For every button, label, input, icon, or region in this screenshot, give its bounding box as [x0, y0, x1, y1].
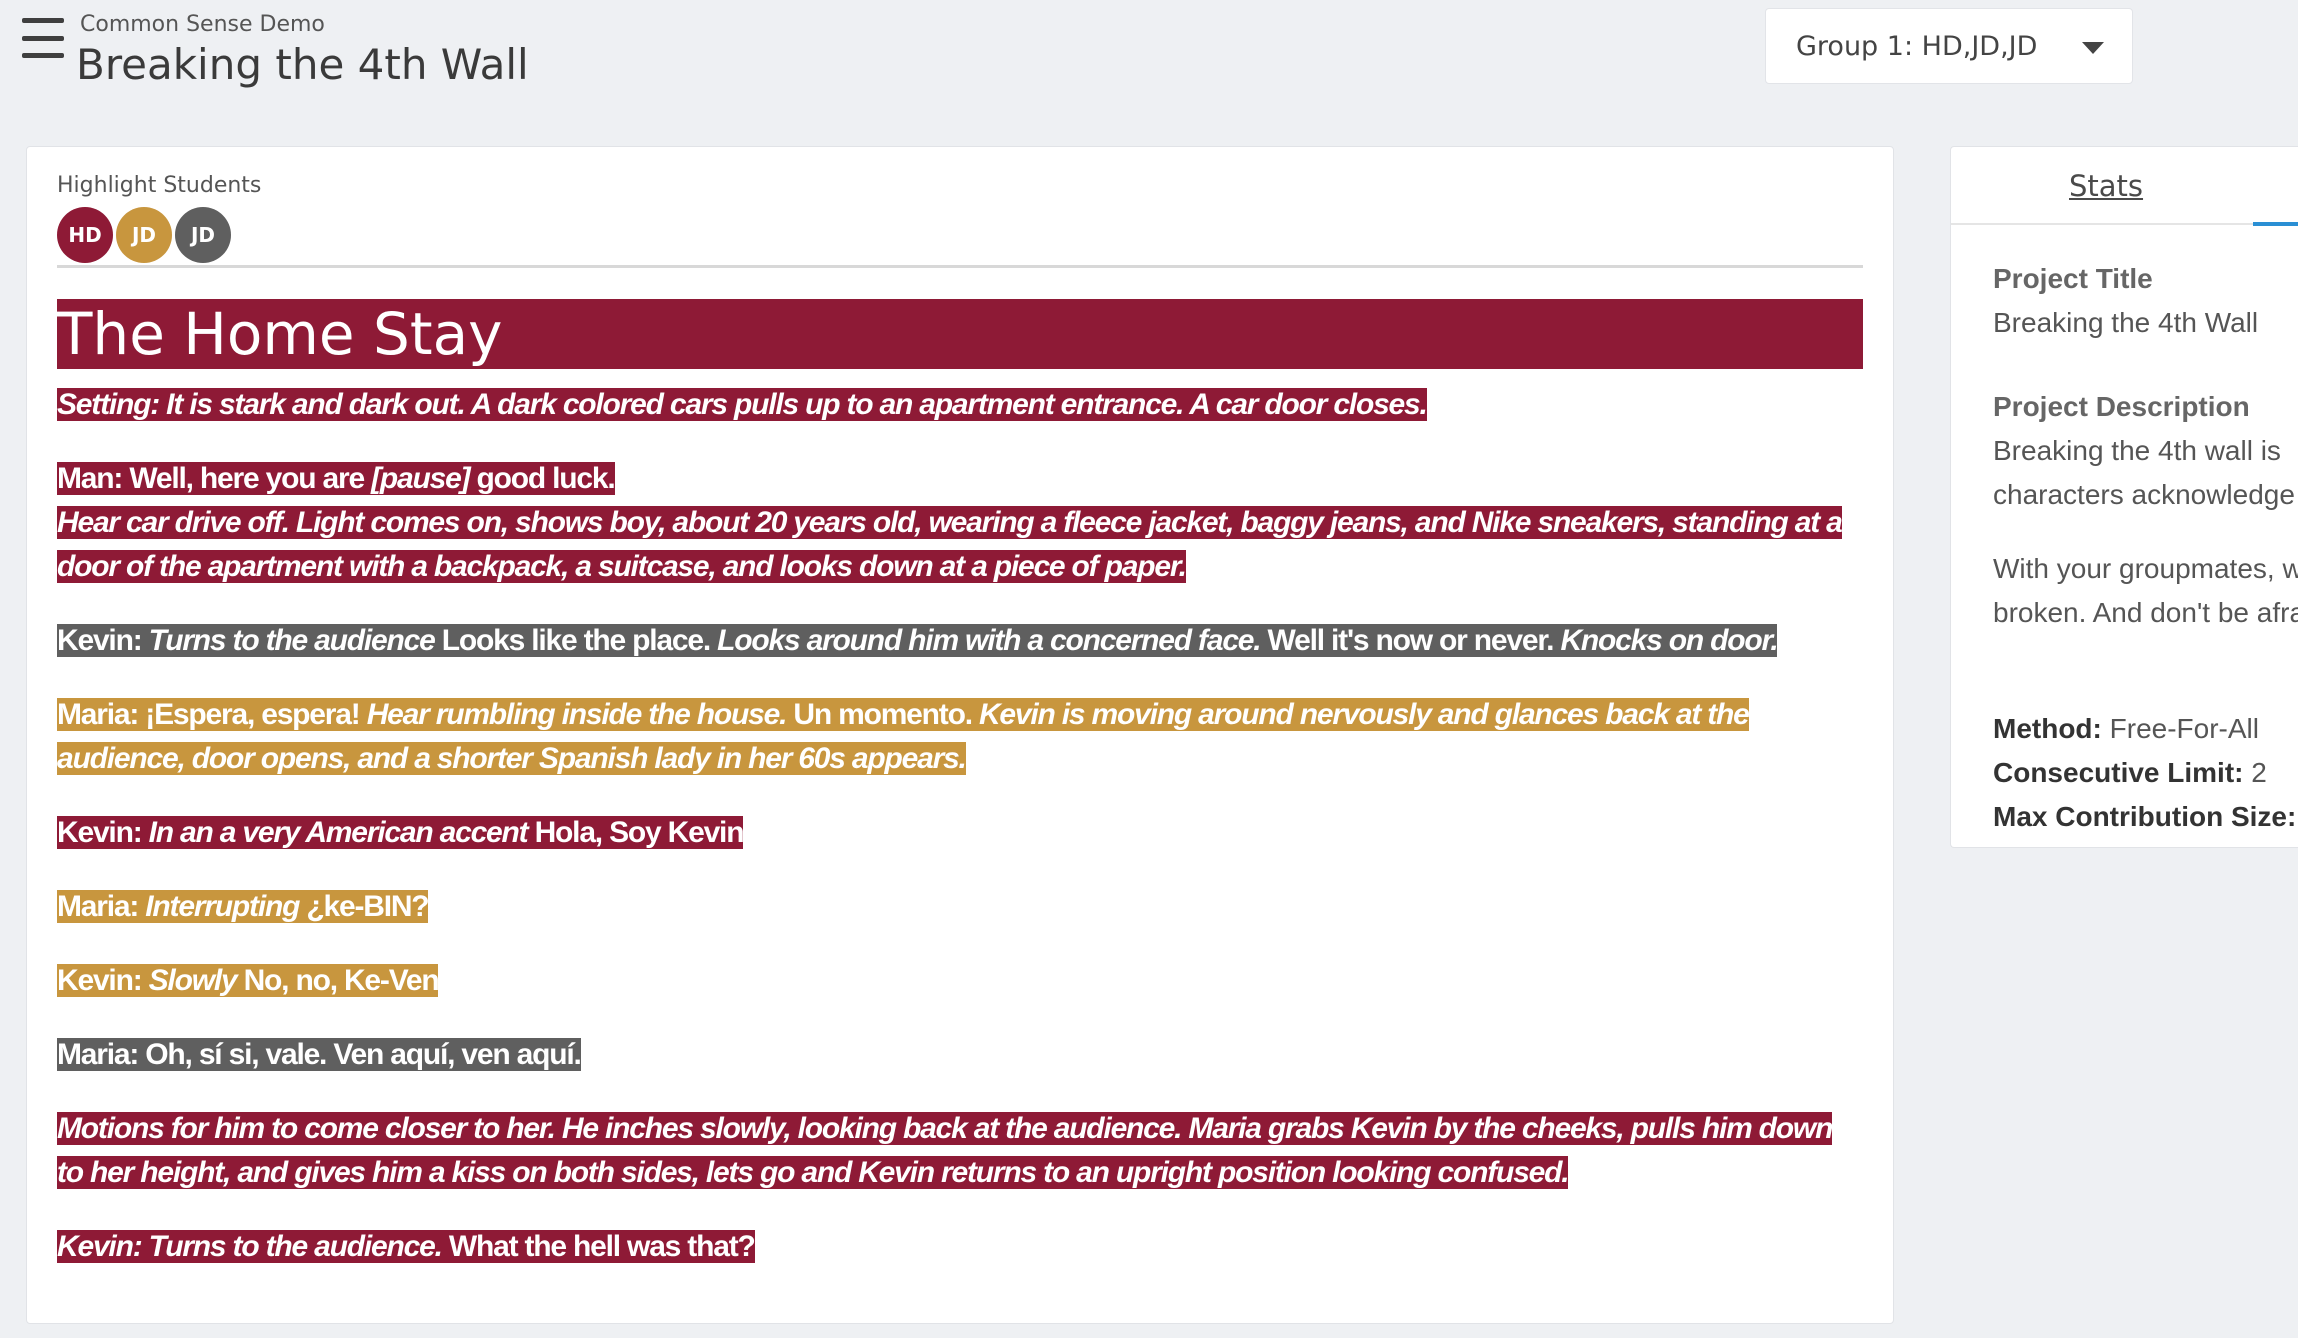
stats-panel: Stats Project Title Breaking the 4th Wal… [1950, 146, 2298, 848]
menu-icon[interactable] [22, 18, 64, 58]
paragraph: Kevin: Turns to the audience Looks like … [57, 619, 1863, 663]
student-avatar-jd-2[interactable]: JD [175, 207, 231, 263]
menu-bar [22, 35, 64, 41]
paragraph: Kevin: In an a very American accent Hola… [57, 811, 1863, 855]
paragraph: Kevin: Turns to the audience. What the h… [57, 1225, 1863, 1269]
dialogue: good luck. [469, 462, 616, 495]
paragraph: Maria: Interrupting ¿ke-BIN? [57, 885, 1863, 929]
dialogue: Looks like the place. [434, 624, 718, 657]
menu-bar [22, 18, 64, 23]
dialogue: No, no, Ke-Ven [236, 964, 440, 997]
max-contribution-row: Max Contribution Size: 5 [1993, 795, 2298, 839]
dialogue: Maria: Oh, sí si, vale. Ven aquí, ven aq… [57, 1038, 582, 1071]
stage-direction: Kevin: Turns to the audience. [57, 1230, 443, 1263]
divider [57, 265, 1863, 268]
speaker: Kevin: [57, 624, 149, 657]
stage-direction: Slowly [148, 964, 238, 997]
student-avatars: HD JD JD [57, 207, 234, 263]
project-description-line: With your groupmates, w [1993, 553, 2298, 584]
stage-direction: Turns to the audience [148, 624, 436, 657]
dialogue: Man: Well, here you are [57, 462, 372, 495]
consecutive-limit-label: Consecutive Limit: [1993, 757, 2244, 788]
student-avatar-hd[interactable]: HD [57, 207, 113, 263]
paragraph: Motions for him to come closer to her. H… [57, 1107, 1863, 1195]
max-contribution-label: Max Contribution Size: [1993, 801, 2297, 832]
stage-direction: Hear rumbling inside the house. [366, 698, 788, 731]
menu-bar [22, 53, 64, 58]
stage-direction: [pause] [371, 462, 471, 495]
group-select-value: Group 1: HD,JD,JD [1796, 30, 2038, 62]
paragraph: Maria: Oh, sí si, vale. Ven aquí, ven aq… [57, 1033, 1863, 1077]
student-avatar-jd-1[interactable]: JD [116, 207, 172, 263]
speaker: Maria: [57, 890, 146, 923]
stage-direction: Motions for him to come closer to her. H… [57, 1112, 1833, 1189]
stage-direction: Hear car drive off. Light comes on, show… [57, 506, 1843, 583]
tab-stats[interactable]: Stats [2069, 169, 2143, 203]
project-description-line: characters acknowledge [1993, 479, 2295, 510]
page-title: Breaking the 4th Wall [76, 40, 529, 89]
paragraph: Kevin: Slowly No, no, Ke-Ven [57, 959, 1863, 1003]
paragraph: Man: Well, here you are [pause] good luc… [57, 457, 1863, 589]
consecutive-limit-row: Consecutive Limit: 2 [1993, 751, 2298, 795]
project-description-label: Project Description [1993, 391, 2250, 422]
paragraph: Maria: ¡Espera, espera! Hear rumbling in… [57, 693, 1863, 781]
tab-active-indicator [2253, 222, 2298, 226]
stage-direction: Looks around him with a concerned face. [717, 624, 1262, 657]
dialogue: Maria: ¡Espera, espera! [57, 698, 367, 731]
app-name: Common Sense Demo [80, 12, 325, 37]
dialogue: Un momento. [786, 698, 979, 731]
dialogue: What the hell was that? [441, 1230, 756, 1263]
method-row: Method: Free-For-All [1993, 707, 2298, 751]
project-description-line: Breaking the 4th wall is [1993, 435, 2281, 466]
chevron-down-icon [2082, 42, 2104, 54]
document-title: The Home Stay [57, 299, 1863, 369]
tab-bar [1951, 223, 2298, 225]
project-description-line: broken. And don't be afra [1993, 597, 2298, 628]
highlight-label: Highlight Students [57, 173, 262, 198]
consecutive-limit-value: 2 [2243, 757, 2267, 788]
method-value: Free-For-All [2101, 713, 2259, 744]
dialogue: Hola, Soy Kevin [527, 816, 745, 849]
speaker: Kevin: [57, 816, 149, 849]
project-title-value: Breaking the 4th Wall [1993, 307, 2259, 338]
paragraph: Setting: It is stark and dark out. A dar… [57, 383, 1863, 427]
method-label: Method: [1993, 713, 2102, 744]
stage-direction: In an a very American accent [148, 816, 529, 849]
dialogue: Well it's now or never. [1260, 624, 1561, 657]
dialogue: ¿ke-BIN? [299, 890, 429, 923]
project-title-label: Project Title [1993, 263, 2153, 294]
stage-direction: Knocks on door. [1560, 624, 1778, 657]
stage-direction: Interrupting [145, 890, 300, 923]
stats-content: Project Title Breaking the 4th Wall Proj… [1993, 257, 2298, 839]
group-select[interactable]: Group 1: HD,JD,JD [1765, 8, 2133, 84]
document-card: Highlight Students HD JD JD The Home Sta… [26, 146, 1894, 1324]
speaker: Kevin: [57, 964, 149, 997]
document-body[interactable]: Setting: It is stark and dark out. A dar… [57, 383, 1863, 1299]
stage-direction: Setting: It is stark and dark out. A dar… [57, 388, 1428, 421]
